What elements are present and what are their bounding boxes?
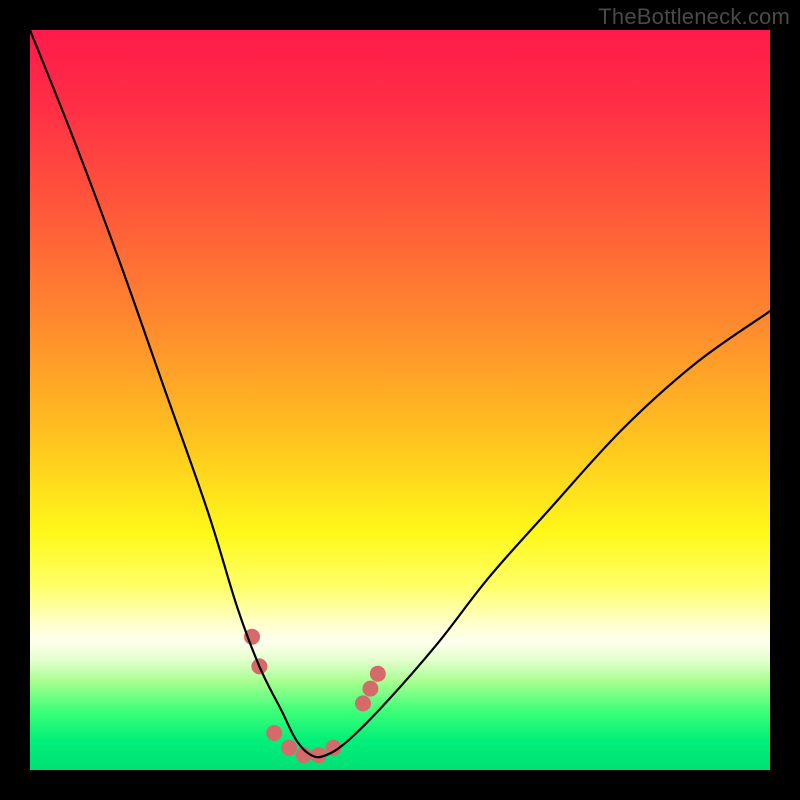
plot-area — [30, 30, 770, 770]
data-marker — [266, 725, 282, 741]
data-marker — [281, 740, 297, 756]
bottleneck-curve — [30, 30, 770, 757]
watermark-text: TheBottleneck.com — [598, 4, 790, 30]
data-marker — [362, 681, 378, 697]
chart-frame: TheBottleneck.com — [0, 0, 800, 800]
markers-group — [244, 629, 386, 763]
data-marker — [370, 666, 386, 682]
data-marker — [355, 695, 371, 711]
curve-layer — [30, 30, 770, 770]
